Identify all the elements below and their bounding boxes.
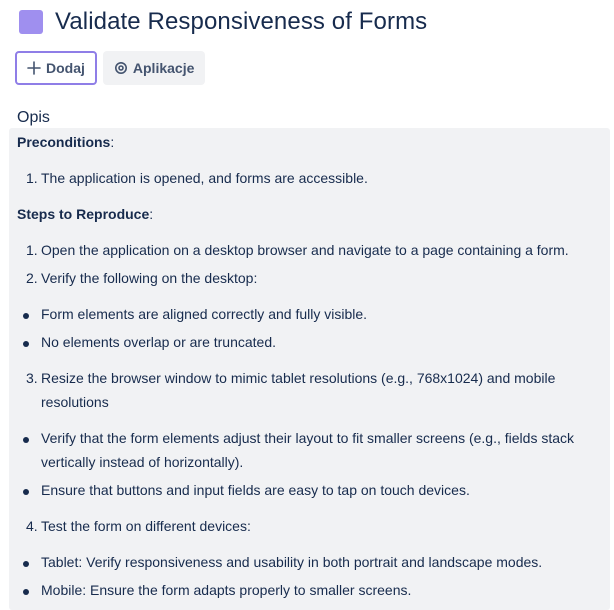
plus-icon xyxy=(27,61,41,75)
bullet-icon xyxy=(23,589,29,595)
add-button-label: Dodaj xyxy=(46,60,85,76)
steps-heading: Steps to Reproduce: xyxy=(17,206,154,222)
action-bar: Dodaj Aplikacje xyxy=(15,51,211,85)
add-button[interactable]: Dodaj xyxy=(15,51,97,85)
description-body[interactable]: Preconditions: 1. The application is ope… xyxy=(9,128,610,610)
issue-header: Validate Responsiveness of Forms xyxy=(19,8,427,36)
apps-icon xyxy=(114,61,128,75)
bullet-icon xyxy=(23,341,29,347)
issue-type-icon[interactable] xyxy=(19,10,43,34)
bullet-icon xyxy=(23,313,29,319)
bullet-icon xyxy=(23,561,29,567)
description-label: Opis xyxy=(17,109,50,126)
bullet-icon xyxy=(23,489,29,495)
apps-button[interactable]: Aplikacje xyxy=(102,51,206,85)
preconditions-heading: Preconditions: xyxy=(17,134,115,150)
bullet-icon xyxy=(23,437,29,443)
apps-button-label: Aplikacje xyxy=(132,60,195,76)
issue-title[interactable]: Validate Responsiveness of Forms xyxy=(55,8,427,36)
